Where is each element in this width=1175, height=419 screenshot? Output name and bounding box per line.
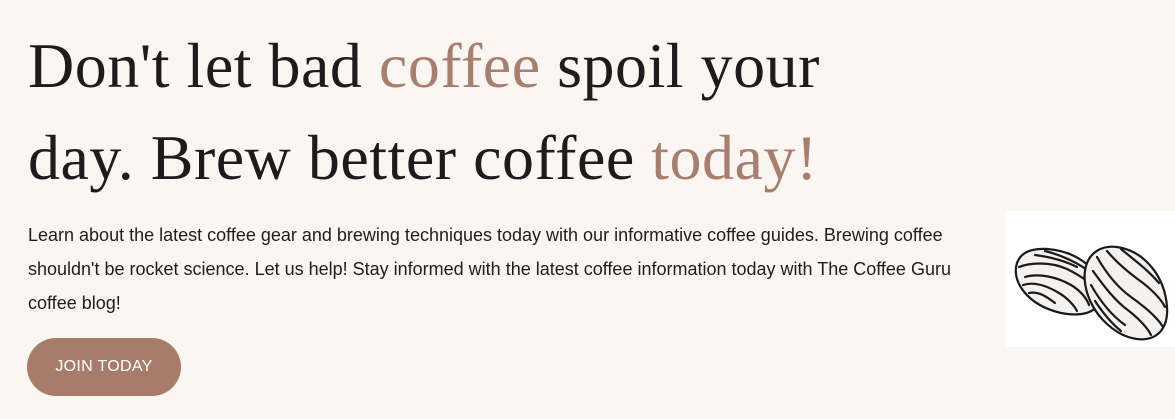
- join-today-button[interactable]: JOIN TODAY: [27, 338, 181, 396]
- title-part-1: Don't let bad: [28, 30, 379, 101]
- hero-title: Don't let bad coffee spoil your day. Bre…: [28, 20, 928, 204]
- hero-description: Learn about the latest coffee gear and b…: [28, 225, 951, 313]
- title-accent-coffee: coffee: [378, 30, 541, 101]
- title-accent-today: today!: [651, 122, 818, 193]
- coffee-beans-illustration: [1005, 211, 1175, 347]
- coffee-beans-icon: [1014, 245, 1169, 341]
